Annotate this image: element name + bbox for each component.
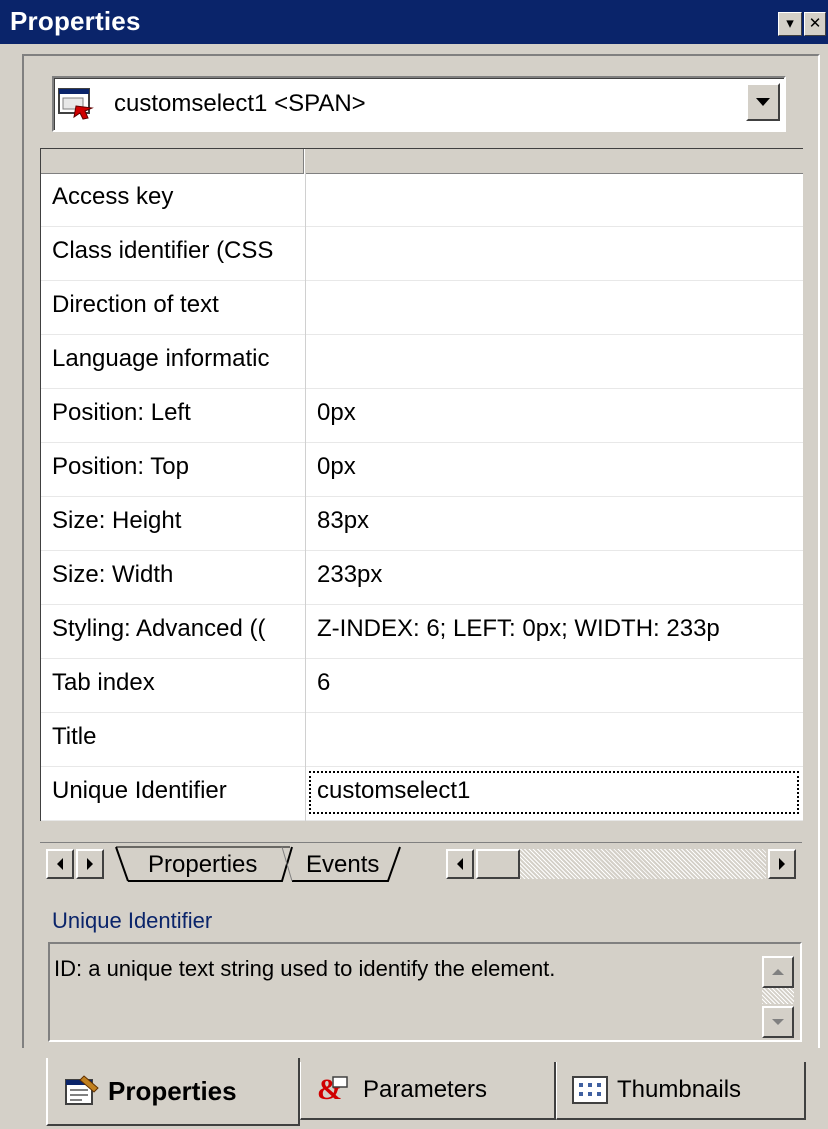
property-row[interactable]: Position: Top 0px <box>41 443 803 497</box>
bottom-tab-strip: Properties & Parameters Thumbnails <box>0 1048 828 1129</box>
parameters-icon: & <box>317 1073 348 1106</box>
column-divider[interactable] <box>305 173 306 821</box>
hscroll-left-button[interactable] <box>446 849 474 879</box>
hscroll-right-button[interactable] <box>768 849 796 879</box>
element-icon <box>58 88 94 120</box>
bottom-tab-parameters-label: Parameters <box>363 1076 488 1103</box>
property-row[interactable]: Tab index 6 <box>41 659 803 713</box>
property-name: Size: Height <box>52 507 182 534</box>
arrow-left-icon <box>57 858 63 870</box>
property-name: Class identifier (CSS <box>52 237 274 264</box>
arrow-up-icon <box>772 969 784 975</box>
property-row[interactable]: Styling: Advanced (( Z-INDEX: 6; LEFT: 0p… <box>41 605 803 659</box>
property-name: Position: Left <box>52 399 191 426</box>
property-value[interactable]: 83px <box>317 507 801 535</box>
property-name: Unique Identifier <box>52 777 227 804</box>
dropdown-menu-button[interactable]: ▾ <box>778 12 802 36</box>
property-name: Direction of text <box>52 291 219 318</box>
property-row[interactable]: Direction of text <box>41 281 803 335</box>
tab-scroll-right-button[interactable] <box>76 849 104 879</box>
chevron-down-icon <box>756 98 770 106</box>
bottom-tab-properties-label: Properties <box>108 1075 237 1106</box>
property-name: Language informatic <box>52 345 270 372</box>
thumbnails-icon <box>572 1076 608 1104</box>
property-grid: Access key Class identifier (CSS Direction… <box>40 148 803 821</box>
property-row[interactable]: Size: Width 233px <box>41 551 803 605</box>
property-name: Access key <box>52 183 174 210</box>
bottom-tab-parameters[interactable]: & Parameters <box>300 1062 556 1120</box>
property-name: Title <box>52 723 97 750</box>
title-bar: Properties ▾ ✕ <box>0 0 828 44</box>
property-row[interactable]: Position: Left 0px <box>41 389 803 443</box>
tab-events[interactable]: Events <box>306 851 379 879</box>
grid-header-name[interactable] <box>41 149 304 174</box>
tab-scroll-left-button[interactable] <box>46 849 74 879</box>
description-text: ID: a unique text string used to identif… <box>54 956 556 981</box>
selector-dropdown-button[interactable] <box>746 83 780 121</box>
property-row[interactable]: Title <box>41 713 803 767</box>
hscroll-track[interactable] <box>520 849 766 879</box>
desc-scroll-down-button[interactable] <box>762 1006 794 1038</box>
arrow-right-icon <box>779 858 785 870</box>
property-value[interactable]: 6 <box>317 669 801 697</box>
property-name: Size: Width <box>52 561 174 588</box>
hscroll-thumb[interactable] <box>476 849 520 879</box>
property-value[interactable]: 0px <box>317 399 801 427</box>
arrow-right-icon <box>87 858 93 870</box>
tab-properties[interactable]: Properties <box>148 851 257 879</box>
property-row[interactable]: Class identifier (CSS <box>41 227 803 281</box>
property-value[interactable]: 233px <box>317 561 801 589</box>
desc-scroll-up-button[interactable] <box>762 956 794 988</box>
property-row[interactable]: Language informatic <box>41 335 803 389</box>
property-row[interactable]: Unique Identifier customselect1 <box>41 767 803 821</box>
property-row[interactable]: Access key <box>41 173 803 227</box>
bottom-tab-thumbnails[interactable]: Thumbnails <box>556 1062 806 1120</box>
description-box: ID: a unique text string used to identif… <box>48 942 802 1042</box>
sheet-tab-bar: Properties Events <box>40 842 802 885</box>
close-button[interactable]: ✕ <box>804 12 826 36</box>
description-title: Unique Identifier <box>52 908 213 933</box>
bottom-tab-properties[interactable]: Properties <box>46 1058 300 1126</box>
arrow-left-icon <box>457 858 463 870</box>
property-value[interactable]: customselect1 <box>317 777 801 805</box>
arrow-down-icon <box>772 1019 784 1025</box>
property-name: Position: Top <box>52 453 189 480</box>
object-selector[interactable]: customselect1 <SPAN> <box>52 76 786 132</box>
property-row[interactable]: Size: Height 83px <box>41 497 803 551</box>
grid-header-value[interactable] <box>305 149 803 174</box>
property-name: Styling: Advanced (( <box>52 615 266 642</box>
property-value[interactable]: Z-INDEX: 6; LEFT: 0px; WIDTH: 233p <box>317 615 801 643</box>
property-value[interactable]: 0px <box>317 453 801 481</box>
desc-scroll-track[interactable] <box>762 988 794 1004</box>
object-selector-value: customselect1 <SPAN> <box>114 90 366 117</box>
bottom-tab-thumbnails-label: Thumbnails <box>617 1076 742 1103</box>
properties-icon <box>65 1075 99 1105</box>
property-name: Tab index <box>52 669 155 696</box>
window-title: Properties <box>10 6 141 36</box>
